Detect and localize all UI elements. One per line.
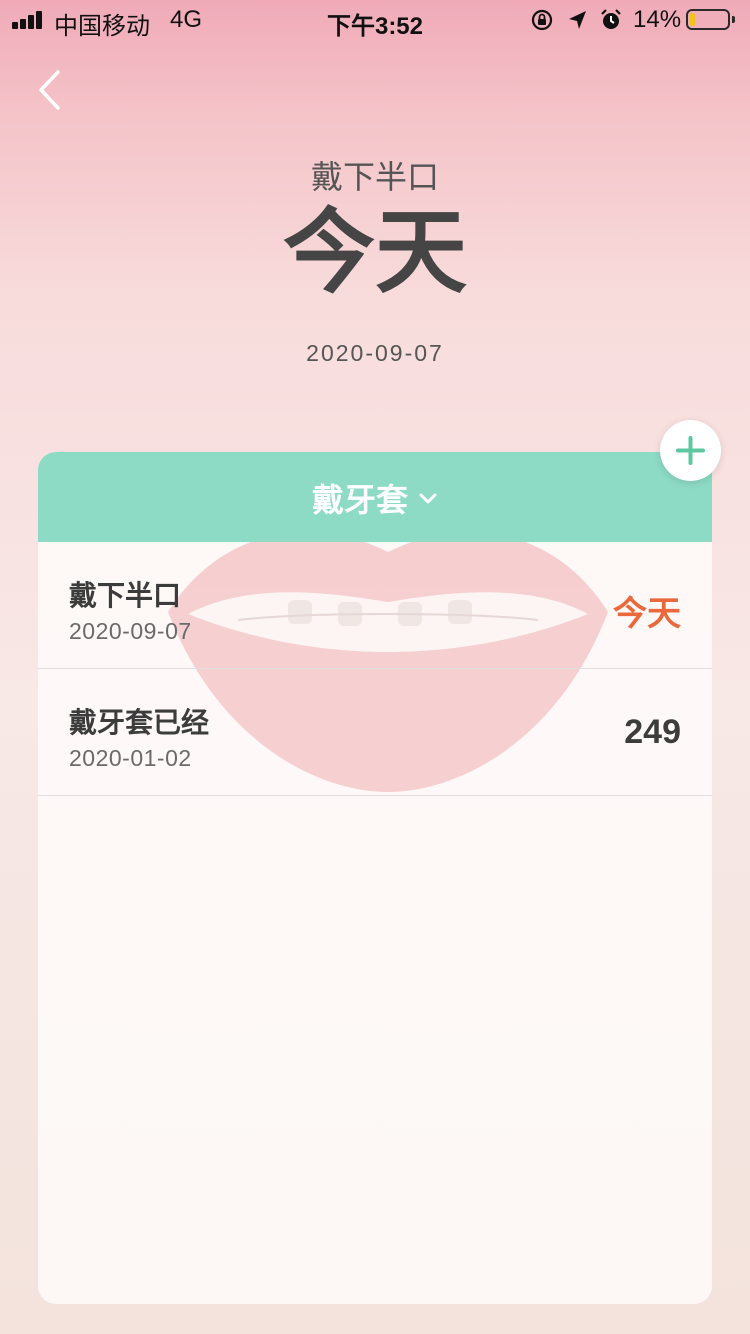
lock-rotation-icon bbox=[531, 9, 553, 31]
chevron-left-icon bbox=[39, 70, 60, 110]
battery-level-fill bbox=[690, 13, 695, 26]
page-subtitle: 戴下半口 bbox=[310, 158, 439, 196]
location-icon bbox=[569, 11, 586, 29]
plus-icon bbox=[676, 436, 705, 465]
item-title: 戴下半口 bbox=[69, 579, 182, 612]
chevron-down-icon bbox=[419, 493, 437, 504]
event-list-card: 戴牙套 戴下半口 2020-09-07 今天 戴牙套已经 2020-01-02 … bbox=[38, 452, 712, 1304]
battery-icon bbox=[686, 9, 730, 30]
item-day-count: 249 bbox=[624, 713, 681, 751]
status-bar: 中国移动 4G 下午3:52 14% bbox=[0, 0, 750, 40]
item-date: 2020-01-02 bbox=[69, 745, 192, 771]
category-selector[interactable]: 戴牙套 bbox=[38, 452, 712, 542]
category-name: 戴牙套 bbox=[311, 481, 408, 519]
page-date: 2020-09-07 bbox=[306, 340, 444, 366]
item-title: 戴牙套已经 bbox=[69, 706, 210, 739]
alarm-icon bbox=[601, 9, 621, 29]
page-title: 今天 bbox=[282, 199, 467, 306]
back-button[interactable] bbox=[28, 66, 72, 114]
item-day-count: 今天 bbox=[613, 594, 681, 634]
category-label: 戴牙套 bbox=[38, 475, 712, 521]
item-date: 2020-09-07 bbox=[69, 618, 192, 644]
list-item[interactable]: 戴牙套已经 2020-01-02 249 bbox=[38, 669, 712, 796]
add-button[interactable] bbox=[660, 420, 721, 481]
battery-tip bbox=[732, 16, 735, 23]
battery-percent: 14% bbox=[633, 6, 682, 33]
list-item[interactable]: 戴下半口 2020-09-07 今天 bbox=[38, 542, 712, 669]
